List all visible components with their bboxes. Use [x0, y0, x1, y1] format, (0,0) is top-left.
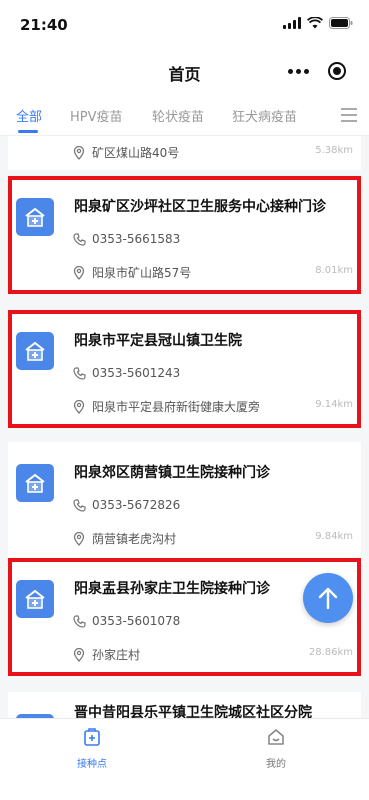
- location-icon: [72, 145, 86, 160]
- clinic-address: 荫营镇老虎沟村: [92, 532, 177, 546]
- clinic-name: 阳泉矿区沙坪社区卫生服务中心接种门诊: [74, 199, 326, 215]
- phone-row[interactable]: 0353-5601078: [72, 614, 180, 628]
- status-time: 21:40: [20, 16, 68, 34]
- clinic-name: 阳泉郊区荫营镇卫生院接种门诊: [74, 465, 270, 481]
- clinic-phone: 0353-5661583: [92, 232, 181, 246]
- mini-program-capsule: [279, 56, 355, 86]
- phone-row[interactable]: 0353-5672826: [72, 498, 180, 512]
- status-icons: [283, 17, 353, 29]
- clinic-card[interactable]: 阳泉盂县孙家庄卫生院接种门诊 0353-5601078 孙家庄村 28.86km: [8, 558, 361, 676]
- bottom-tab-mine[interactable]: 我的: [246, 727, 306, 770]
- address-row: 荫营镇老虎沟村: [72, 530, 176, 547]
- clinic-phone: 0353-5672826: [92, 498, 181, 512]
- battery-icon: [329, 17, 353, 29]
- clinic-card[interactable]: 晋中昔阳县乐平镇卫生院城区社区分院: [8, 692, 361, 718]
- nav-bar: 首页: [0, 46, 369, 96]
- category-tabs: 全部 HPV疫苗 轮状疫苗 狂犬病疫苗: [0, 96, 369, 136]
- address-row: 孙家庄村: [72, 646, 140, 663]
- clinic-building-icon: [16, 332, 54, 370]
- clinic-address: 孙家庄村: [92, 648, 141, 662]
- menu-icon[interactable]: [341, 108, 357, 122]
- tab-rabies[interactable]: 狂犬病疫苗: [232, 106, 297, 125]
- clinic-building-icon: [16, 580, 54, 618]
- location-icon: [72, 265, 86, 280]
- clinic-building-icon: [16, 198, 54, 236]
- address-row: 阳泉市平定县府新街健康大厦旁: [72, 398, 260, 415]
- active-tab-indicator: [18, 130, 38, 133]
- profile-tab-icon: [268, 729, 284, 745]
- address-row: 矿区煤山路40号: [72, 144, 179, 161]
- clinic-card[interactable]: 阳泉市平定县冠山镇卫生院 0353-5601243 阳泉市平定县府新街健康大厦旁…: [8, 310, 361, 428]
- clinic-distance: 9.84km: [315, 531, 353, 542]
- location-icon: [72, 399, 86, 414]
- phone-icon: [72, 498, 86, 512]
- tab-hpv[interactable]: HPV疫苗: [70, 106, 123, 125]
- clinic-distance: 8.01km: [315, 265, 353, 276]
- clinic-address: 阳泉市平定县府新街健康大厦旁: [92, 400, 261, 414]
- clinic-card[interactable]: 阳泉矿区沙坪社区卫生服务中心接种门诊 0353-5661583 阳泉市矿山路57…: [8, 176, 361, 294]
- clinic-address: 阳泉市矿山路57号: [92, 266, 192, 280]
- clinic-name: 阳泉市平定县冠山镇卫生院: [74, 333, 242, 349]
- tab-all[interactable]: 全部: [16, 106, 42, 125]
- phone-row[interactable]: 0353-5661583: [72, 232, 180, 246]
- clinic-tab-icon: [84, 728, 100, 746]
- phone-row[interactable]: 0353-5601243: [72, 366, 180, 380]
- clinic-address: 矿区煤山路40号: [92, 146, 180, 160]
- arrow-up-icon: [318, 587, 338, 610]
- list-item[interactable]: 矿区煤山路40号 5.38km: [8, 136, 361, 170]
- phone-icon: [72, 366, 86, 380]
- tab-rotavirus[interactable]: 轮状疫苗: [152, 106, 204, 125]
- bottom-tab-label: 我的: [266, 759, 286, 770]
- more-icon[interactable]: [288, 68, 310, 74]
- clinic-name: 晋中昔阳县乐平镇卫生院城区社区分院: [74, 705, 312, 718]
- bottom-nav: 接种点 我的: [0, 718, 369, 800]
- clinic-distance: 9.14km: [315, 399, 353, 410]
- clinic-name: 阳泉盂县孙家庄卫生院接种门诊: [74, 581, 270, 597]
- clinic-card[interactable]: 阳泉郊区荫营镇卫生院接种门诊 0353-5672826 荫营镇老虎沟村 9.84…: [8, 442, 361, 560]
- clinic-phone: 0353-5601078: [92, 614, 181, 628]
- back-to-top-button[interactable]: [303, 573, 353, 623]
- clinic-building-icon: [16, 464, 54, 502]
- signal-icon: [283, 17, 301, 29]
- wifi-icon: [307, 17, 323, 29]
- bottom-tab-label: 接种点: [77, 759, 107, 770]
- close-program-icon[interactable]: [327, 62, 346, 80]
- address-row: 阳泉市矿山路57号: [72, 264, 191, 281]
- clinic-phone: 0353-5601243: [92, 366, 181, 380]
- phone-icon: [72, 614, 86, 628]
- bottom-tab-vaccination-sites[interactable]: 接种点: [62, 727, 122, 770]
- clinic-list[interactable]: 矿区煤山路40号 5.38km 阳泉矿区沙坪社区卫生服务中心接种门诊 0353-…: [0, 136, 369, 718]
- location-icon: [72, 647, 86, 662]
- phone-icon: [72, 232, 86, 246]
- status-bar: 21:40: [0, 0, 369, 46]
- clinic-distance: 28.86km: [308, 647, 353, 658]
- clinic-distance: 5.38km: [315, 145, 353, 156]
- location-icon: [72, 531, 86, 546]
